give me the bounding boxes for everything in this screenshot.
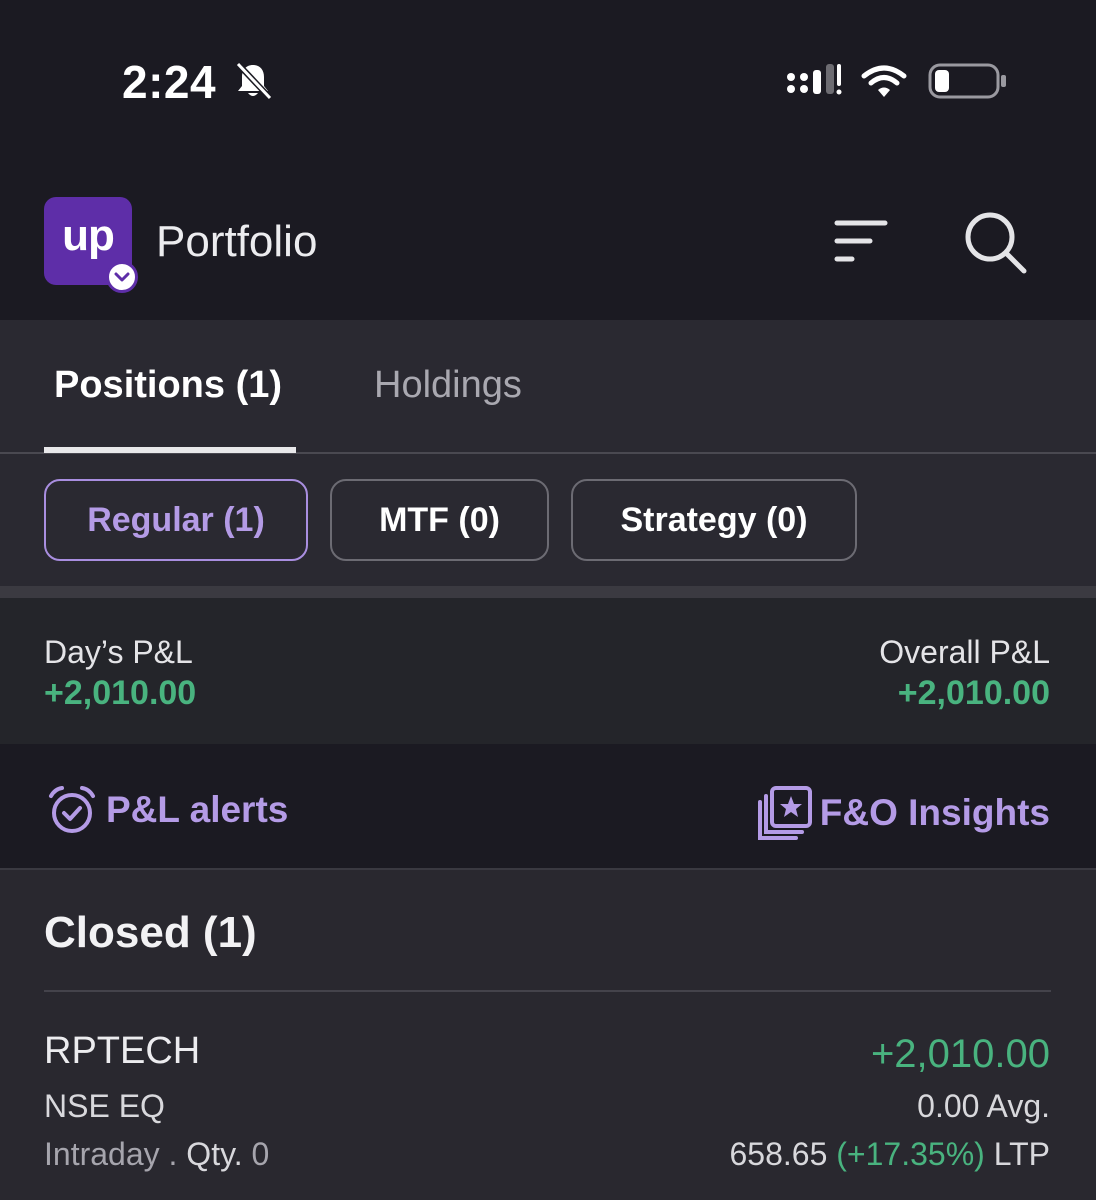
position-product-qty: Intraday . Qty. 0 — [44, 1136, 269, 1173]
alarm-clock-icon — [49, 786, 95, 833]
day-pnl-value: +2,010.00 — [44, 674, 197, 712]
account-switch-chevron-icon[interactable] — [106, 261, 138, 293]
insights-star-icon — [757, 786, 812, 840]
closed-section-divider — [44, 990, 1051, 992]
active-tab-indicator — [44, 447, 296, 453]
position-symbol: RPTECH — [44, 1030, 201, 1072]
tab-positions[interactable]: Positions (1) — [54, 364, 282, 407]
filter-chip-regular[interactable]: Regular (1) — [44, 479, 308, 561]
status-bar: 2:24 — [0, 0, 1096, 165]
closed-section-title: Closed (1) — [44, 908, 257, 957]
position-filters: Regular (1) MTF (0) Strategy (0) — [0, 454, 1096, 586]
pnl-alerts-button[interactable]: P&L alerts — [46, 784, 288, 836]
filter-chip-strategy[interactable]: Strategy (0) — [571, 479, 857, 561]
position-ltp-label: LTP — [993, 1136, 1050, 1172]
position-pnl: +2,010.00 — [870, 1032, 1050, 1076]
pnl-summary: Day’s P&L +2,010.00 Overall P&L +2,010.0… — [0, 598, 1096, 744]
search-icon[interactable] — [962, 209, 1028, 275]
fo-insights-button[interactable]: F&O Insights — [756, 784, 1050, 842]
closed-positions-section: Closed (1) RPTECH NSE EQ Intraday . Qty.… — [0, 870, 1096, 1200]
fo-insights-label: F&O Insights — [819, 792, 1050, 833]
filter-chip-mtf[interactable]: MTF (0) — [330, 479, 549, 561]
overall-pnl-value: +2,010.00 — [897, 674, 1050, 712]
status-time: 2:24 — [122, 56, 217, 108]
bell-muted-icon — [235, 61, 273, 101]
page-title: Portfolio — [156, 217, 318, 266]
position-ltp-price: 658.65 — [729, 1136, 828, 1172]
cellular-signal-icon — [787, 64, 842, 95]
filter-icon[interactable] — [834, 217, 888, 267]
pnl-alerts-label: P&L alerts — [106, 789, 289, 830]
battery-icon — [928, 63, 1006, 99]
wifi-icon — [861, 65, 907, 97]
app-header: up Portfolio — [0, 165, 1096, 320]
tools-row: P&L alerts F&O Insights — [0, 744, 1096, 870]
position-qty: 0 — [251, 1136, 270, 1172]
position-product: Intraday . — [44, 1136, 178, 1172]
overall-pnl-label: Overall P&L — [879, 634, 1050, 670]
section-divider — [0, 586, 1096, 598]
position-ltp: 658.65 (+17.35%) LTP — [730, 1136, 1051, 1173]
position-ltp-change: (+17.35%) — [836, 1136, 985, 1172]
portfolio-tabs: Positions (1) Holdings — [0, 320, 1096, 454]
app-logo-text: up — [62, 211, 115, 260]
tab-holdings[interactable]: Holdings — [374, 364, 522, 407]
position-qty-label: Qty. — [186, 1136, 243, 1172]
day-pnl-label: Day’s P&L — [44, 634, 193, 670]
position-exchange: NSE EQ — [44, 1088, 165, 1124]
position-avg: 0.00 Avg. — [917, 1088, 1050, 1124]
